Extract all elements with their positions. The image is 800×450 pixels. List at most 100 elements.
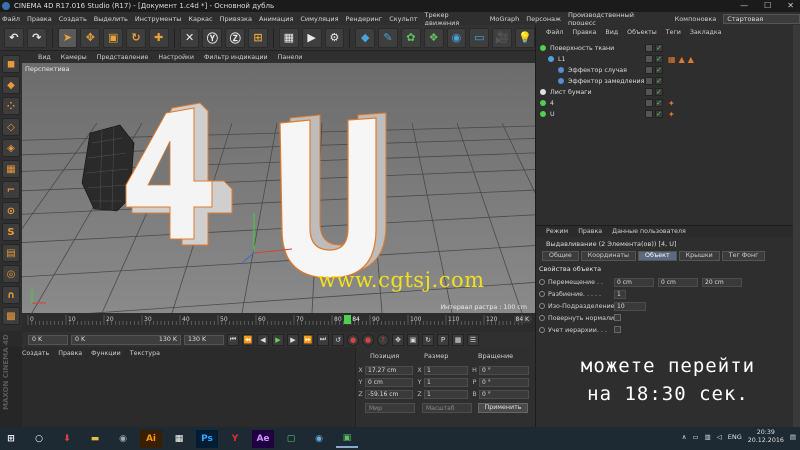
timeline-ruler[interactable]: 010203040506070809010011012013 84 84 K <box>22 313 535 332</box>
record-keyframe-icon[interactable]: ● <box>347 333 359 346</box>
material-menu-texture[interactable]: Текстура <box>130 350 160 357</box>
render-view-icon[interactable]: ▦ <box>278 27 299 48</box>
tab-caps[interactable]: Крышки <box>678 251 720 261</box>
right-side-tabs[interactable] <box>793 25 800 427</box>
z-axis-icon[interactable]: Ⓩ <box>225 27 246 48</box>
magnet-icon[interactable]: ∩ <box>2 286 20 304</box>
subdivision-icon[interactable]: ✿ <box>400 27 421 48</box>
objects-menu-tags[interactable]: Теги <box>666 29 681 36</box>
object-row[interactable]: L1 ✓ ▦ ▲ ▲ <box>536 54 794 64</box>
move-icon[interactable]: ✥ <box>80 27 101 48</box>
menu-create[interactable]: Создать <box>59 15 87 23</box>
camera-icon[interactable]: 🎥 <box>492 27 512 48</box>
camtasia-recorder-icon[interactable]: ▣ <box>336 430 358 448</box>
array-icon[interactable]: ❖ <box>423 27 444 48</box>
maximize-button[interactable]: ☐ <box>764 1 771 10</box>
visibility-toggle[interactable] <box>645 110 653 118</box>
keyframe-selection-icon[interactable]: ? <box>377 333 389 346</box>
position-x-field[interactable]: 17.27 cm <box>365 366 413 375</box>
frame-range-slider[interactable]: 0 K 130 K <box>71 334 181 345</box>
timeline-playhead[interactable] <box>344 315 352 324</box>
media-icon[interactable]: ▦ <box>168 430 190 448</box>
viewport-menu-view[interactable]: Вид <box>38 54 51 61</box>
select-icon[interactable]: ➤ <box>57 27 78 48</box>
illustrator-icon[interactable]: Ai <box>140 429 162 448</box>
material-menu-edit[interactable]: Правка <box>58 350 82 357</box>
next-key-icon[interactable]: ⏩ <box>302 333 314 346</box>
material-menu-create[interactable]: Создать <box>22 350 49 357</box>
position-z-field[interactable]: -59.16 cm <box>365 390 413 399</box>
tab-basic[interactable]: Общие <box>542 251 579 261</box>
windows-start-icon[interactable]: ⊞ <box>0 430 22 448</box>
scale-key-icon[interactable]: ▣ <box>407 333 419 346</box>
steam-icon[interactable]: ◉ <box>112 430 134 448</box>
size-z-field[interactable]: 1 <box>424 390 468 399</box>
animate-radio[interactable] <box>539 315 545 321</box>
soft-select-icon[interactable]: ◎ <box>2 265 20 283</box>
visibility-toggle[interactable] <box>645 99 653 107</box>
pla-key-icon[interactable]: ▦ <box>452 333 464 346</box>
rotation-b-field[interactable]: 0 ° <box>479 390 529 399</box>
viewport-menu-cameras[interactable]: Камеры <box>61 54 87 61</box>
cinema4d-icon[interactable]: ◉ <box>308 430 330 448</box>
object-name[interactable]: U <box>550 111 555 118</box>
menu-character[interactable]: Персонаж <box>526 15 561 23</box>
menu-simulate[interactable]: Симуляция <box>300 15 338 23</box>
menu-mograph[interactable]: MoGraph <box>490 15 520 23</box>
add-icon[interactable]: ✚ <box>148 27 169 48</box>
points-mode-icon[interactable]: ⁘ <box>2 97 20 115</box>
loop-icon[interactable]: ↺ <box>332 333 344 346</box>
enable-check[interactable]: ✓ <box>655 110 663 118</box>
object-name[interactable]: Лист бумаги <box>550 89 592 96</box>
undo-icon[interactable]: ↶ <box>4 27 24 48</box>
menu-mesh[interactable]: Каркас <box>188 15 212 23</box>
animate-radio[interactable] <box>539 291 545 297</box>
objects-menu-edit[interactable]: Правка <box>572 29 596 36</box>
yandex-icon[interactable]: Y <box>224 430 246 448</box>
object-name[interactable]: Эффектор замедления <box>568 78 644 85</box>
animate-radio[interactable] <box>539 279 545 285</box>
keyboard-language[interactable]: ENG <box>728 433 742 441</box>
goto-start-icon[interactable]: ⏮ <box>227 333 239 346</box>
scale-icon[interactable]: ▣ <box>103 27 124 48</box>
object-name[interactable]: Поверхность ткани <box>550 45 614 52</box>
prev-key-icon[interactable]: ⏪ <box>242 333 254 346</box>
material-menu-function[interactable]: Функции <box>91 350 121 357</box>
object-name[interactable]: 4 <box>550 100 554 107</box>
movement-z-field[interactable]: 20 cm <box>702 278 742 287</box>
floor-icon[interactable]: ▭ <box>469 27 490 48</box>
animate-radio[interactable] <box>539 303 545 309</box>
viewport-perspective-label[interactable]: Перспектива <box>25 65 70 73</box>
tray-arrow-icon[interactable]: ∧ <box>682 433 687 441</box>
notifications-icon[interactable]: ▤ <box>790 433 796 441</box>
enable-check[interactable]: ✓ <box>655 66 663 74</box>
spline-pen-icon[interactable]: ✎ <box>378 27 398 48</box>
menu-sculpt[interactable]: Скульпт <box>389 15 417 23</box>
flip-normals-checkbox[interactable] <box>614 314 621 321</box>
light-icon[interactable]: 💡 <box>515 27 535 48</box>
enable-check[interactable]: ✓ <box>655 99 663 107</box>
attr-menu-user-data[interactable]: Данные пользователя <box>612 228 686 235</box>
layout-select[interactable]: Стартовая <box>723 13 800 24</box>
explorer-icon[interactable]: ▬ <box>84 430 106 448</box>
parameter-key-icon[interactable]: P <box>437 333 449 346</box>
model-mode-icon[interactable]: ◼ <box>2 55 20 73</box>
download-icon[interactable]: ⬇ <box>56 430 78 448</box>
size-y-field[interactable]: 1 <box>424 378 468 387</box>
coord-size-mode-select[interactable]: Масштаб <box>422 403 472 413</box>
menu-render[interactable]: Рендеринг <box>346 15 383 23</box>
visibility-toggle[interactable] <box>645 44 653 52</box>
tab-coordinates[interactable]: Координаты <box>580 251 636 261</box>
photoshop-icon[interactable]: Ps <box>196 429 218 448</box>
uv-mode-icon[interactable]: ▦ <box>2 160 20 178</box>
close-button[interactable]: ✕ <box>787 1 794 10</box>
coord-mode-select[interactable]: Мир <box>365 403 415 413</box>
visibility-toggle[interactable] <box>645 55 653 63</box>
position-y-field[interactable]: 0 cm <box>365 378 413 387</box>
play-icon[interactable]: ▶ <box>272 333 284 346</box>
edges-mode-icon[interactable]: ◇ <box>2 118 20 136</box>
axis-mode-icon[interactable]: ⌐ <box>2 181 20 199</box>
prev-frame-icon[interactable]: ◀ <box>257 333 269 346</box>
hierarchical-checkbox[interactable] <box>614 326 621 333</box>
auto-key-icon[interactable]: ● <box>362 333 374 346</box>
